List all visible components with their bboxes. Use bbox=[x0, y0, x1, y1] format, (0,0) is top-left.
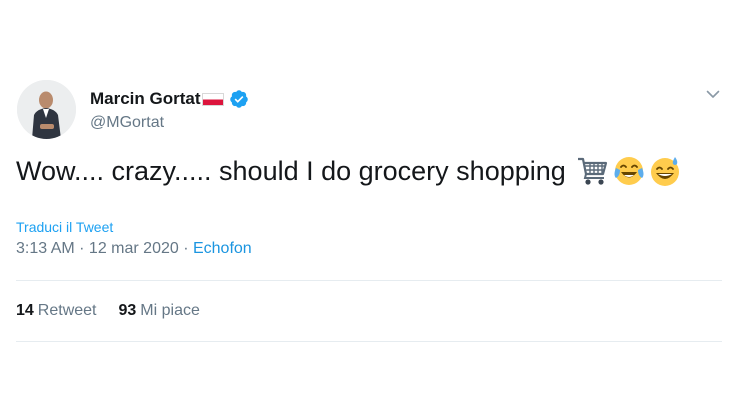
meta-separator: · bbox=[74, 240, 89, 257]
avatar[interactable] bbox=[17, 80, 76, 139]
likes-label: Mi piace bbox=[140, 302, 200, 319]
retweets-label: Retweet bbox=[37, 302, 97, 319]
likes-count: 93 bbox=[118, 302, 137, 319]
poland-flag-icon bbox=[201, 92, 224, 106]
grinning-sweat-emoji bbox=[648, 155, 682, 187]
retweets-stat[interactable]: 14 Retweet bbox=[16, 302, 97, 320]
likes-stat[interactable]: 93 Mi piace bbox=[119, 302, 200, 320]
tweet-text-body: Wow.... crazy..... should I do grocery s… bbox=[16, 155, 566, 186]
retweets-count: 14 bbox=[16, 302, 34, 319]
translate-tweet-link[interactable]: Traduci il Tweet bbox=[16, 219, 113, 235]
divider bbox=[16, 280, 722, 281]
emoji-row bbox=[576, 155, 682, 187]
tweet-text: Wow.... crazy..... should I do grocery s… bbox=[16, 155, 682, 187]
tears-of-joy-emoji bbox=[612, 155, 646, 187]
chevron-down-icon[interactable] bbox=[704, 85, 722, 103]
tweet-date[interactable]: 12 mar 2020 bbox=[89, 240, 179, 257]
meta-separator: · bbox=[178, 240, 193, 257]
author-name-row[interactable]: Marcin Gortat bbox=[90, 88, 249, 110]
avatar-photo bbox=[17, 80, 76, 139]
verified-badge-icon bbox=[229, 90, 248, 108]
divider bbox=[16, 341, 722, 342]
author-handle[interactable]: @MGortat bbox=[90, 114, 164, 132]
display-name[interactable]: Marcin Gortat bbox=[90, 89, 201, 109]
tweet-time[interactable]: 3:13 AM bbox=[16, 240, 75, 257]
tweet-source-link[interactable]: Echofon bbox=[193, 240, 252, 257]
tweet-timestamp-row: 3:13 AM · 12 mar 2020 · Echofon bbox=[16, 240, 252, 258]
tweet-stats: 14 Retweet 93 Mi piace bbox=[16, 302, 200, 320]
tweet-card: Marcin Gortat @MGortat Wow.... crazy....… bbox=[0, 0, 736, 414]
shopping-cart-emoji bbox=[576, 155, 610, 187]
